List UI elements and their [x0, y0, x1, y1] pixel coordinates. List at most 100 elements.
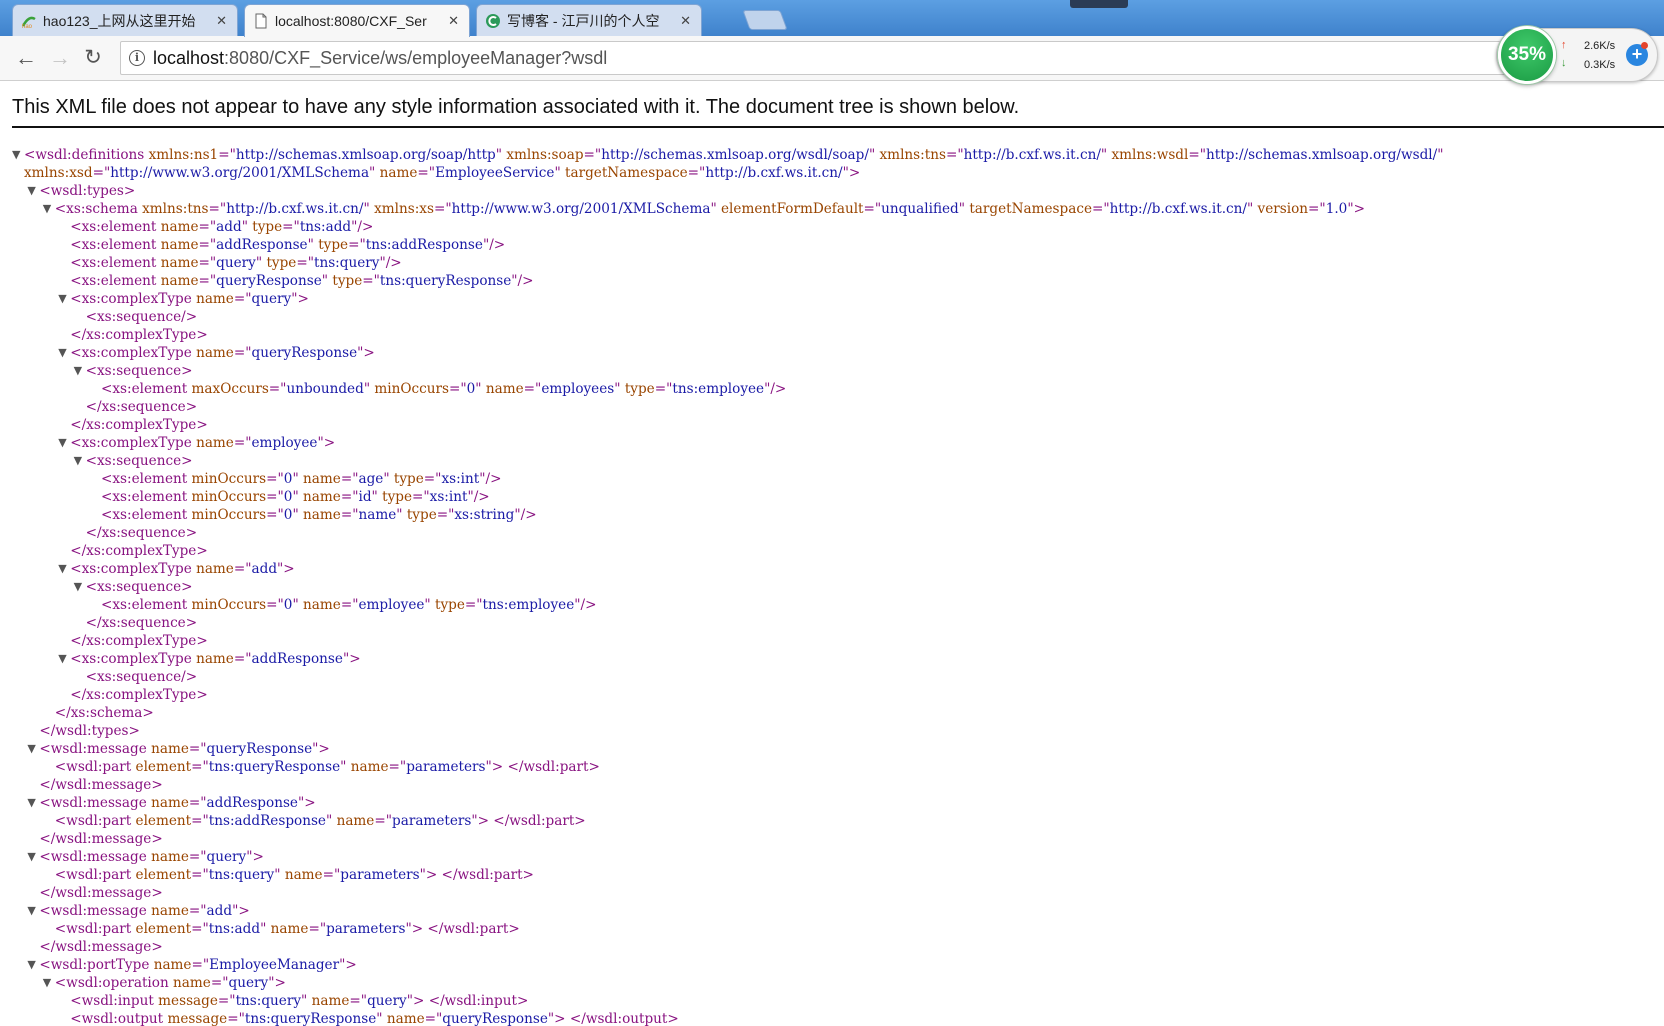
attr-value: tns:employee [482, 597, 575, 613]
tag-text: <wsdl:message [39, 741, 152, 757]
reload-icon[interactable]: ↻ [79, 45, 107, 73]
tag-text: =" [687, 165, 706, 181]
tag-text: "> [842, 165, 861, 181]
attr-name: message [167, 1011, 228, 1026]
collapse-triangle-icon[interactable]: ▼ [58, 434, 66, 452]
tag-text: <wsdl:part [54, 813, 136, 829]
collapse-triangle-icon[interactable]: ▼ [27, 182, 35, 200]
attr-value: queryResponse [442, 1011, 548, 1026]
xml-line: <wsdl:part element="tns:add" name="param… [12, 920, 1664, 938]
collapse-triangle-icon[interactable]: ▼ [74, 452, 82, 470]
tag-text: " [1100, 147, 1112, 163]
collapse-triangle-icon[interactable]: ▼ [27, 740, 35, 758]
attr-name: xmlns:ns1 [148, 147, 219, 163]
attr-name: minOccurs [191, 597, 267, 613]
attr-value: employee [251, 435, 318, 451]
tag-text: <xs:complexType [70, 651, 197, 667]
attr-name: xmlns:tns [879, 147, 946, 163]
memory-percent-badge[interactable]: 35% [1498, 26, 1556, 84]
attr-name: minOccurs [374, 381, 449, 397]
collapse-triangle-icon[interactable]: ▼ [58, 344, 66, 362]
collapse-triangle-icon[interactable]: ▼ [12, 146, 20, 164]
tag-text: =" [464, 597, 483, 613]
tag-text: =" [198, 237, 217, 253]
download-arrow-icon: ↓ [1561, 57, 1567, 69]
tag-text: " [301, 993, 312, 1009]
xml-line: ▼ <xs:sequence> [12, 452, 1664, 470]
xml-line: ▼ <xs:complexType name="addResponse"> [12, 650, 1664, 668]
tag-text: "/> [467, 489, 490, 505]
collapse-triangle-icon[interactable]: ▼ [27, 956, 35, 974]
attr-value: tns:query [235, 993, 302, 1009]
attr-value: queryResponse [251, 345, 358, 361]
tag-text: " [241, 219, 253, 235]
collapse-triangle-icon[interactable]: ▼ [43, 200, 51, 218]
tag-text: </xs:complexType> [70, 633, 208, 649]
tab-blog[interactable]: 写博客 - 江戸川的个人空 ✕ [476, 4, 702, 36]
tag-text: =" [654, 381, 673, 397]
attr-value: query [251, 291, 292, 307]
tag-text: <wsdl:input [70, 993, 159, 1009]
xml-line: ▼ <xs:complexType name="query"> [12, 290, 1664, 308]
xml-line: xmlns:xsd="http://www.w3.org/2001/XMLSch… [12, 164, 1664, 182]
collapse-triangle-icon[interactable]: ▼ [43, 974, 51, 992]
forward-arrow-icon[interactable]: → [46, 45, 74, 73]
tag-text: =" [436, 507, 455, 523]
back-arrow-icon[interactable]: ← [12, 45, 40, 73]
collapse-triangle-icon[interactable]: ▼ [27, 848, 35, 866]
xml-line: <xs:element minOccurs="0" name="id" type… [12, 488, 1664, 506]
close-icon[interactable]: ✕ [448, 13, 459, 29]
tag-text: "> [339, 957, 357, 973]
attr-name: elementFormDefault [721, 201, 864, 217]
new-tab-button[interactable] [742, 10, 788, 30]
xml-line: </xs:sequence> [12, 524, 1664, 542]
address-bar[interactable]: i localhost:8080/CXF_Service/ws/employee… [120, 41, 1510, 75]
tag-text: " [868, 147, 880, 163]
tag-text: =" [296, 255, 314, 271]
tag-text: "> </wsdl:output> [547, 1011, 679, 1026]
xml-line: <wsdl:input message="tns:query" name="qu… [12, 992, 1664, 1010]
attr-name: type [435, 597, 465, 613]
info-icon[interactable]: i [129, 50, 145, 66]
tag-text: " [710, 201, 722, 217]
xml-line: </xs:sequence> [12, 398, 1664, 416]
close-icon[interactable]: ✕ [216, 13, 227, 29]
tab-localhost[interactable]: localhost:8080/CXF_Ser ✕ [244, 4, 470, 37]
attr-name: element [135, 867, 192, 883]
attr-name: name [151, 903, 189, 919]
xml-line: ▼ <xs:complexType name="add"> [12, 560, 1664, 578]
tag-text: "> [312, 741, 330, 757]
tag-text: =" [191, 921, 209, 937]
attr-value: xs:string [454, 507, 515, 523]
attr-value: EmployeeManager [209, 957, 340, 973]
tag-text: =" [433, 201, 452, 217]
close-icon[interactable]: ✕ [680, 13, 691, 29]
tag-text: </xs:schema> [54, 705, 154, 721]
tag-text: " [363, 381, 375, 397]
collapse-triangle-icon[interactable]: ▼ [27, 902, 35, 920]
attr-name: name [379, 165, 418, 181]
collapse-triangle-icon[interactable]: ▼ [58, 560, 66, 578]
xml-line: ▼ <wsdl:message name="addResponse"> [12, 794, 1664, 812]
tag-text: </wsdl:types> [39, 723, 140, 739]
tag-text: "> [246, 849, 264, 865]
collapse-triangle-icon[interactable]: ▼ [58, 650, 66, 668]
tag-text: <xs:complexType [70, 561, 197, 577]
url-text[interactable]: localhost:8080/CXF_Service/ws/employeeMa… [153, 48, 607, 69]
tab-title: hao123_上网从这里开始 [43, 12, 196, 29]
tag-text: "/> [379, 255, 402, 271]
xml-line: ▼ <xs:schema xmlns:tns="http://b.cxf.ws.i… [12, 200, 1664, 218]
attr-value: add [206, 903, 233, 919]
attr-value: http://b.cxf.ws.it.cn/ [226, 201, 364, 217]
tab-hao123[interactable]: hao hao123_上网从这里开始 ✕ [12, 4, 238, 36]
collapse-triangle-icon[interactable]: ▼ [58, 290, 66, 308]
collapse-triangle-icon[interactable]: ▼ [74, 362, 82, 380]
collapse-triangle-icon[interactable]: ▼ [74, 578, 82, 596]
tag-text: </xs:sequence> [85, 615, 198, 631]
attr-value: xs:int [441, 471, 480, 487]
xml-line: ▼ <wsdl:portType name="EmployeeManager"> [12, 956, 1664, 974]
collapse-triangle-icon[interactable]: ▼ [27, 794, 35, 812]
attr-name: type [252, 219, 283, 235]
tag-text: </xs:sequence> [85, 399, 198, 415]
attr-value: tns:employee [672, 381, 765, 397]
